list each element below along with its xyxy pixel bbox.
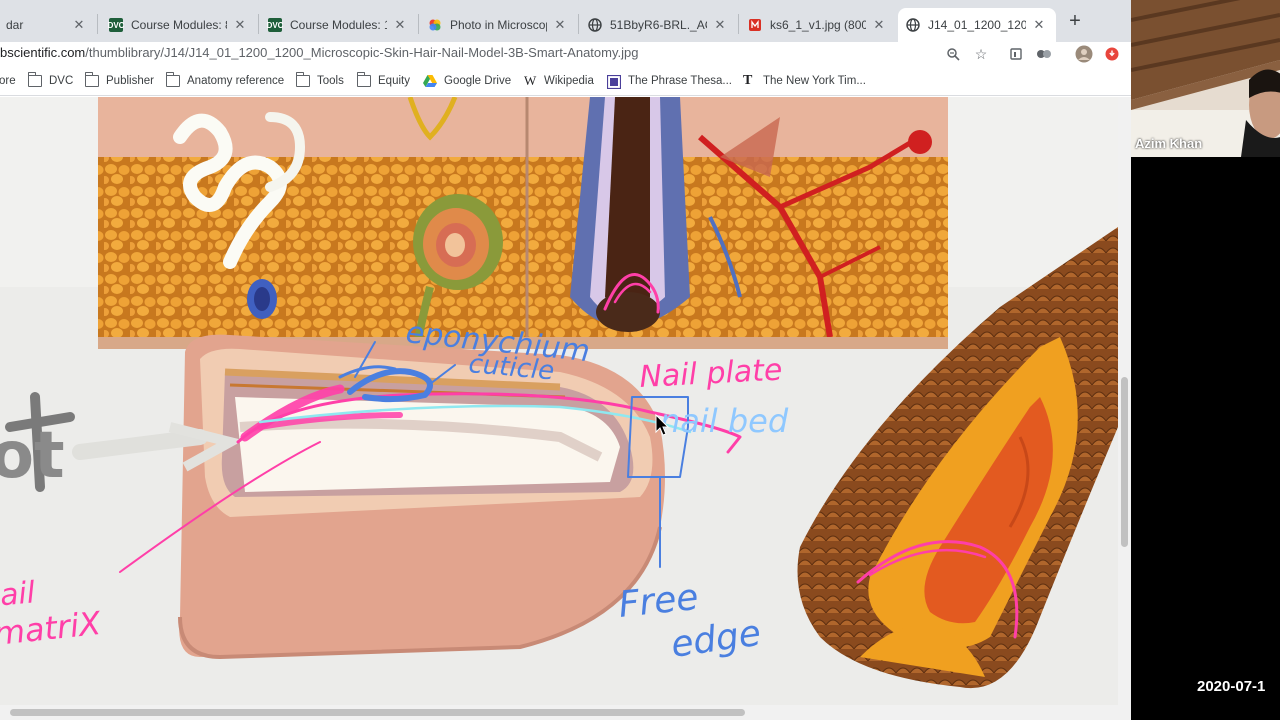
close-icon[interactable]: ✕ bbox=[1032, 17, 1046, 33]
bookmarks-bar: ore DVC Publisher Anatomy reference Tool… bbox=[0, 66, 1131, 96]
extension-icon[interactable] bbox=[1006, 44, 1026, 64]
skin-block bbox=[98, 97, 948, 358]
bookmark-label: Wikipedia bbox=[544, 75, 594, 87]
vertical-scrollbar[interactable] bbox=[1118, 97, 1131, 705]
close-icon[interactable]: ✕ bbox=[872, 17, 886, 33]
thesaurus-icon bbox=[606, 74, 622, 90]
folder-icon bbox=[84, 72, 99, 87]
tab-course-modules-2[interactable]: DVC Course Modules: 11E ✕ bbox=[260, 8, 417, 42]
nyt-icon: T bbox=[743, 73, 753, 88]
bookmark-folder-tools[interactable]: Tools bbox=[295, 72, 344, 89]
tab-title: dar bbox=[6, 18, 24, 32]
close-icon[interactable]: ✕ bbox=[233, 17, 247, 33]
webcam-feed-image bbox=[1131, 0, 1280, 157]
close-icon[interactable]: ✕ bbox=[393, 17, 407, 33]
folder-icon bbox=[295, 72, 310, 87]
bookmark-label: The New York Tim... bbox=[763, 75, 866, 87]
bookmark-label: Equity bbox=[378, 75, 410, 87]
bookmark-star-icon[interactable]: ☆ bbox=[971, 44, 991, 64]
url-path: /thumblibrary/J14/J14_01_1200_1200_Micro… bbox=[85, 45, 639, 60]
bookmark-folder-dvc[interactable]: DVC bbox=[27, 72, 74, 89]
bookmark-wikipedia[interactable]: W Wikipedia bbox=[524, 73, 594, 89]
participant-video[interactable]: Azim Khan bbox=[1131, 0, 1280, 157]
folder-icon bbox=[165, 72, 180, 87]
bookmark-nyt[interactable]: T The New York Tim... bbox=[743, 73, 866, 89]
tab-strip: dar ✕ DVC Course Modules: 81 ✕ DVC Cours… bbox=[0, 0, 1131, 42]
bookmark-label: Anatomy reference bbox=[187, 75, 285, 87]
vertical-scrollbar-thumb[interactable] bbox=[1121, 377, 1128, 547]
address-bar[interactable]: bscientific.com/thumblibrary/J14/J14_01_… bbox=[0, 42, 1131, 66]
url-host: bscientific.com bbox=[0, 45, 86, 60]
screen: dar ✕ DVC Course Modules: 81 ✕ DVC Cours… bbox=[0, 0, 1280, 720]
bookmark-label: The Phrase Thesa... bbox=[628, 75, 732, 87]
google-photos-icon bbox=[428, 18, 442, 32]
tab-separator bbox=[578, 14, 579, 34]
skin-hair-nail-model-image: eponychium cuticle Nail plate nail bed F… bbox=[0, 97, 1118, 705]
participant-name: Azim Khan bbox=[1135, 136, 1203, 151]
new-tab-button[interactable]: + bbox=[1066, 11, 1084, 31]
folder-icon bbox=[356, 72, 371, 87]
tab-separator bbox=[258, 14, 259, 34]
label-nail-plate: Nail plate bbox=[639, 353, 784, 395]
bookmark-item[interactable]: ore bbox=[0, 73, 16, 89]
tab-course-modules-1[interactable]: DVC Course Modules: 81 ✕ bbox=[101, 8, 257, 42]
tab-separator bbox=[97, 14, 98, 34]
tab-title: J14_01_1200_1200_M bbox=[928, 18, 1026, 32]
bookmark-label: DVC bbox=[49, 75, 74, 87]
horizontal-scrollbar[interactable] bbox=[0, 705, 1131, 720]
close-icon[interactable]: ✕ bbox=[72, 17, 86, 33]
tab-title: ks6_1_v1.jpg (800×7 bbox=[770, 18, 866, 32]
bookmark-folder-anatomy[interactable]: Anatomy reference bbox=[165, 72, 285, 89]
bookmark-label: Tools bbox=[317, 75, 344, 87]
browser-window: dar ✕ DVC Course Modules: 81 ✕ DVC Cours… bbox=[0, 0, 1131, 720]
wikipedia-icon: W bbox=[524, 73, 537, 88]
tab-title: Course Modules: 81 bbox=[131, 18, 227, 32]
horizontal-scrollbar-thumb[interactable] bbox=[10, 709, 745, 716]
mcgraw-icon bbox=[748, 18, 762, 32]
close-icon[interactable]: ✕ bbox=[553, 17, 567, 33]
update-icon[interactable] bbox=[1102, 44, 1122, 64]
tab-title: Photo in Microscope bbox=[450, 18, 547, 32]
url-text[interactable]: bscientific.com/thumblibrary/J14/J14_01_… bbox=[0, 45, 638, 60]
label-partial-word: ot bbox=[0, 419, 65, 493]
dvc-icon: DVC bbox=[267, 18, 283, 32]
globe-icon bbox=[588, 18, 602, 32]
tab-title: 51BbyR6-BRL._AC_S bbox=[610, 18, 707, 32]
label-nail: nail bbox=[0, 575, 37, 615]
extension-puzzle-icon[interactable] bbox=[1034, 44, 1054, 64]
label-nail-bed: nail bed bbox=[660, 402, 789, 440]
tab-51bbyr6[interactable]: 51BbyR6-BRL._AC_S ✕ bbox=[580, 8, 737, 42]
tab-title: Course Modules: 11E bbox=[290, 18, 387, 32]
profile-avatar[interactable] bbox=[1074, 44, 1094, 64]
tab-j14-active[interactable]: J14_01_1200_1200_M ✕ bbox=[898, 8, 1056, 42]
bookmark-label: ore bbox=[0, 75, 16, 87]
page-content: eponychium cuticle Nail plate nail bed F… bbox=[0, 97, 1118, 705]
google-drive-icon bbox=[423, 75, 437, 87]
zoom-icon[interactable] bbox=[943, 44, 963, 64]
dvc-icon: DVC bbox=[108, 18, 124, 32]
recording-timestamp: 2020-07-1 bbox=[1197, 678, 1266, 695]
bookmark-label: Publisher bbox=[106, 75, 154, 87]
globe-icon bbox=[906, 18, 920, 32]
tab-photo-microscope[interactable]: Photo in Microscope ✕ bbox=[420, 8, 577, 42]
video-call-panel: Azim Khan 2020-07-1 bbox=[1131, 0, 1280, 720]
tab-separator bbox=[418, 14, 419, 34]
tab-separator bbox=[738, 14, 739, 34]
bookmark-label: Google Drive bbox=[444, 75, 512, 87]
bookmark-google-drive[interactable]: Google Drive bbox=[423, 73, 511, 89]
nail-model bbox=[178, 334, 665, 660]
folder-icon bbox=[27, 72, 42, 87]
bookmark-folder-publisher[interactable]: Publisher bbox=[84, 72, 154, 89]
tab-calendar[interactable]: dar ✕ bbox=[0, 8, 96, 42]
bookmark-folder-equity[interactable]: Equity bbox=[356, 72, 410, 89]
bookmark-phrase-thesaurus[interactable]: The Phrase Thesa... bbox=[606, 73, 732, 90]
tab-ks6[interactable]: ks6_1_v1.jpg (800×7 ✕ bbox=[740, 8, 896, 42]
label-free: Free bbox=[617, 577, 701, 626]
close-icon[interactable]: ✕ bbox=[713, 17, 727, 33]
